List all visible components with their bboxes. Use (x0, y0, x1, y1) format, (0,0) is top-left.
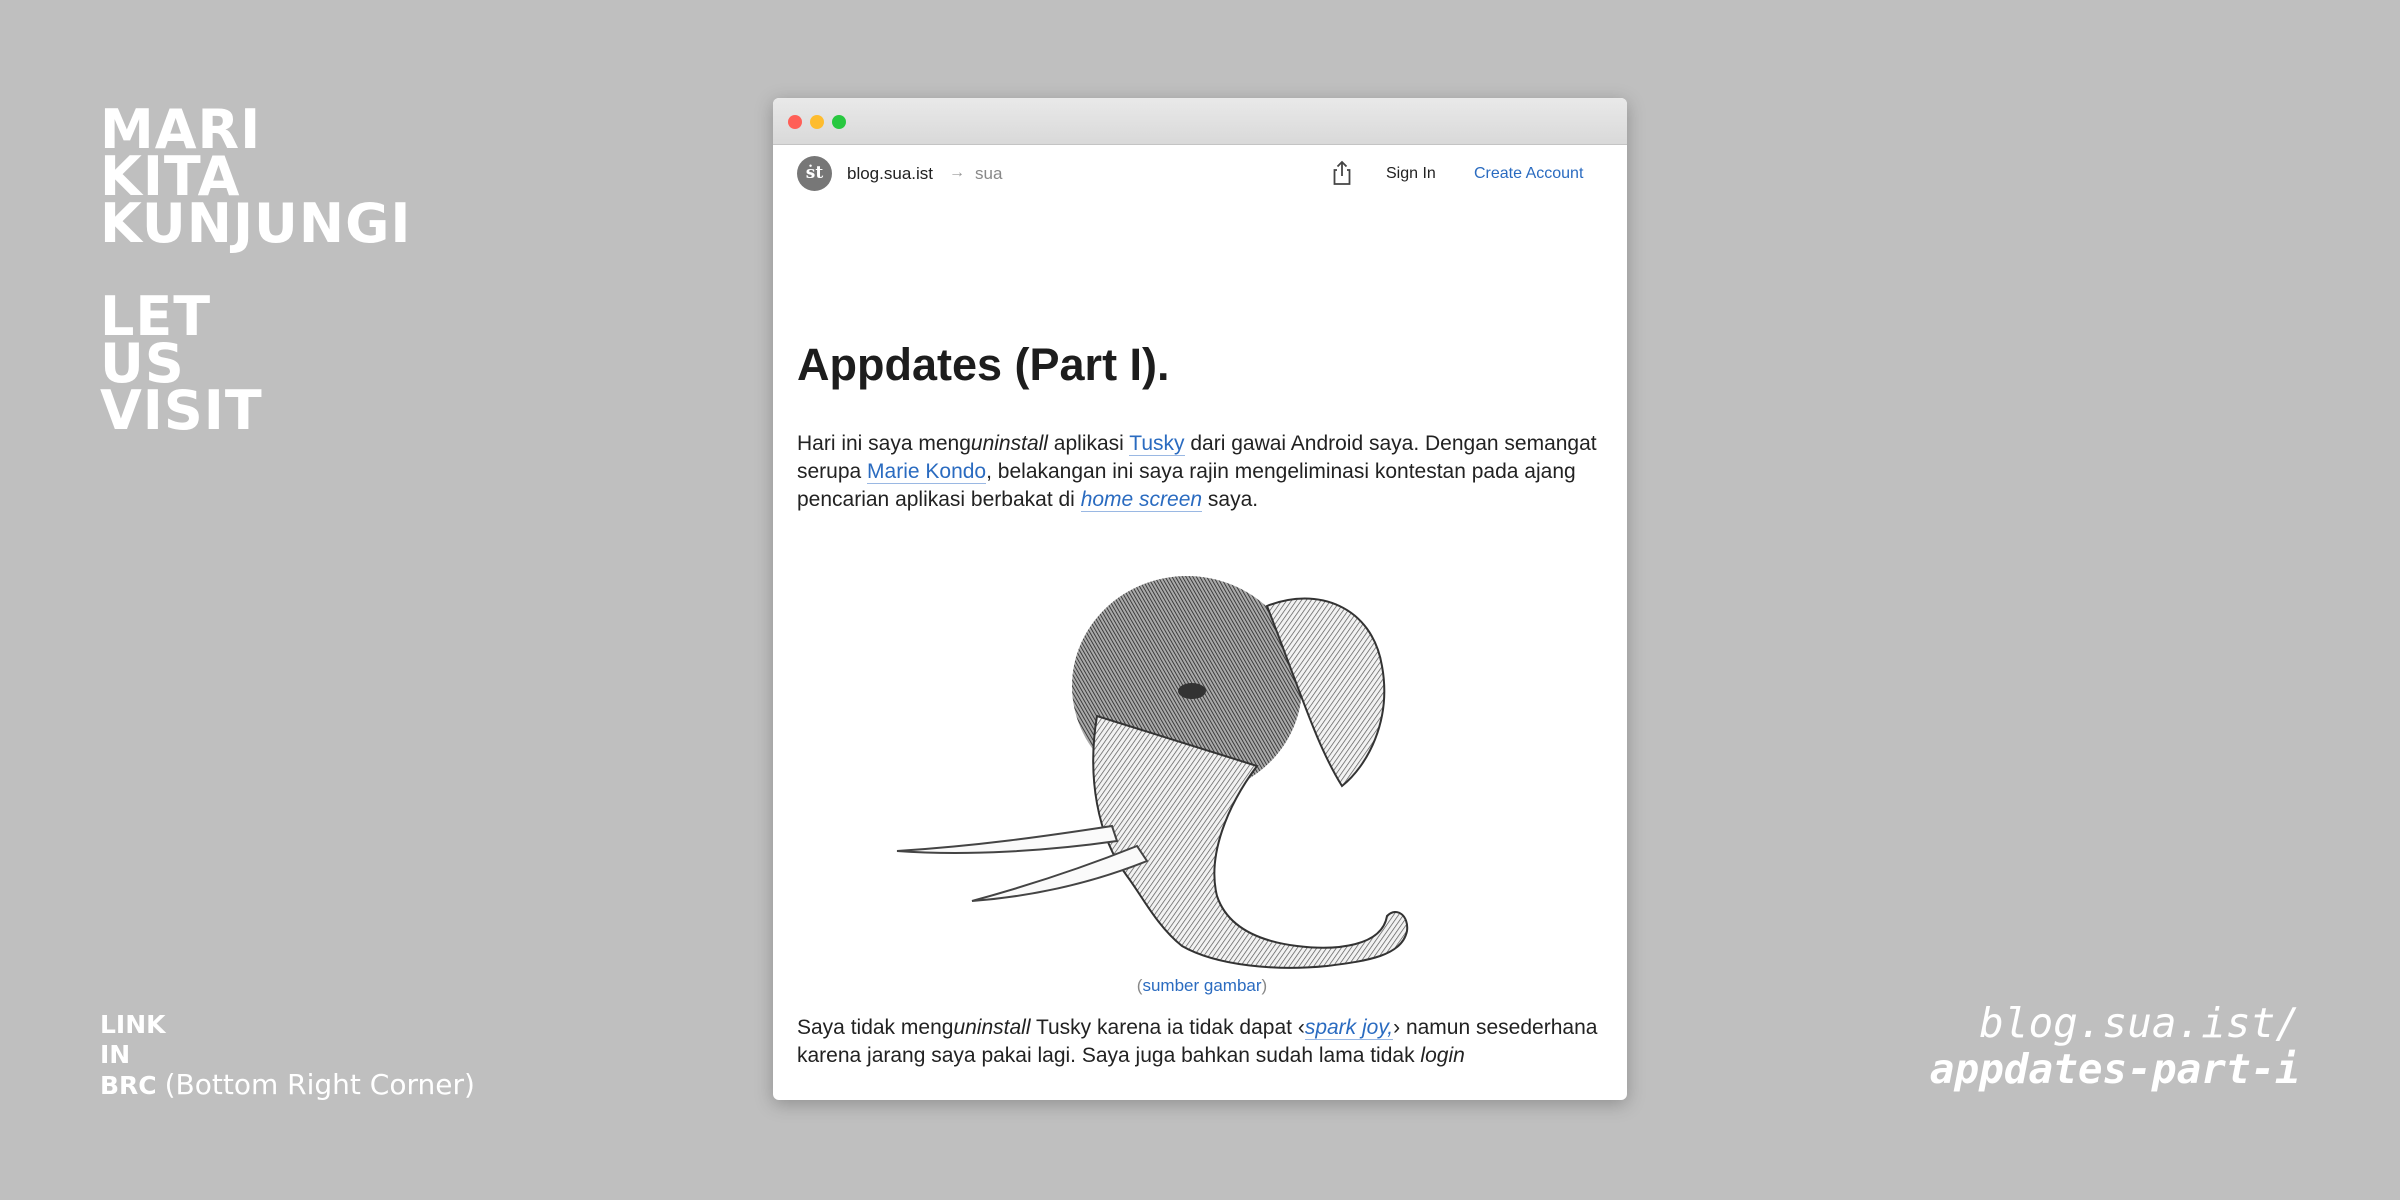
link-note-line: BRC (Bottom Right Corner) (100, 1070, 475, 1101)
post-paragraph-1: Hari ini saya menguninstall aplikasi Tus… (797, 432, 1597, 512)
title-line: VISIT (100, 379, 263, 442)
window-titlebar (773, 98, 1627, 145)
minimize-window-button[interactable] (810, 115, 824, 129)
blog-navbar: ṡt blog.sua.ist → sua Sign In Create Acc… (773, 145, 1627, 205)
post-paragraph-2: Saya tidak menguninstall Tusky karena ia… (797, 1016, 1598, 1067)
title-english: LET US VISIT (100, 290, 412, 442)
post-content: Appdates (Part I). Hari ini saya menguni… (797, 338, 1607, 1070)
post-image (797, 546, 1607, 976)
link-note-brc: BRC (100, 1071, 157, 1100)
share-icon[interactable] (1328, 159, 1356, 187)
site-link[interactable]: blog.sua.ist (847, 164, 933, 184)
post-title: Appdates (Part I). (797, 339, 1170, 390)
link-note-explain: (Bottom Right Corner) (164, 1068, 475, 1101)
sign-in-button[interactable]: Sign In (1386, 165, 1436, 183)
url-slug: appdates-part-i (1929, 1045, 2300, 1093)
title-line: KUNJUNGI (100, 192, 412, 255)
spark-joy-link[interactable]: spark joy, (1304, 1016, 1394, 1040)
marie-kondo-link[interactable]: Marie Kondo (867, 460, 987, 484)
left-titles: MARI KITA KUNJUNGI LET US VISIT (100, 103, 412, 442)
image-source-link[interactable]: sumber gambar (1142, 976, 1261, 995)
link-note-line: IN (100, 1040, 131, 1069)
close-window-button[interactable] (788, 115, 802, 129)
title-indonesian: MARI KITA KUNJUNGI (100, 103, 412, 255)
url-domain: blog.sua.ist/ (1979, 999, 2300, 1047)
arrow-right-icon: → (949, 164, 965, 181)
link-note: LINK IN BRC (Bottom Right Corner) (100, 1010, 475, 1101)
home-screen-link[interactable]: home screen (1080, 488, 1203, 512)
elephant-illustration (896, 576, 1409, 969)
image-caption: (sumber gambar) (1136, 976, 1268, 995)
link-note-line: LINK (100, 1010, 166, 1039)
create-account-button[interactable]: Create Account (1474, 165, 1583, 183)
post-url: blog.sua.ist/ appdates-part-i (1930, 1000, 2300, 1092)
author-link[interactable]: sua (975, 164, 1002, 184)
blog-logo[interactable]: ṡt (797, 156, 832, 191)
tusky-link[interactable]: Tusky (1129, 432, 1185, 456)
zoom-window-button[interactable] (832, 115, 846, 129)
browser-window: ṡt blog.sua.ist → sua Sign In Create Acc… (773, 98, 1627, 1100)
